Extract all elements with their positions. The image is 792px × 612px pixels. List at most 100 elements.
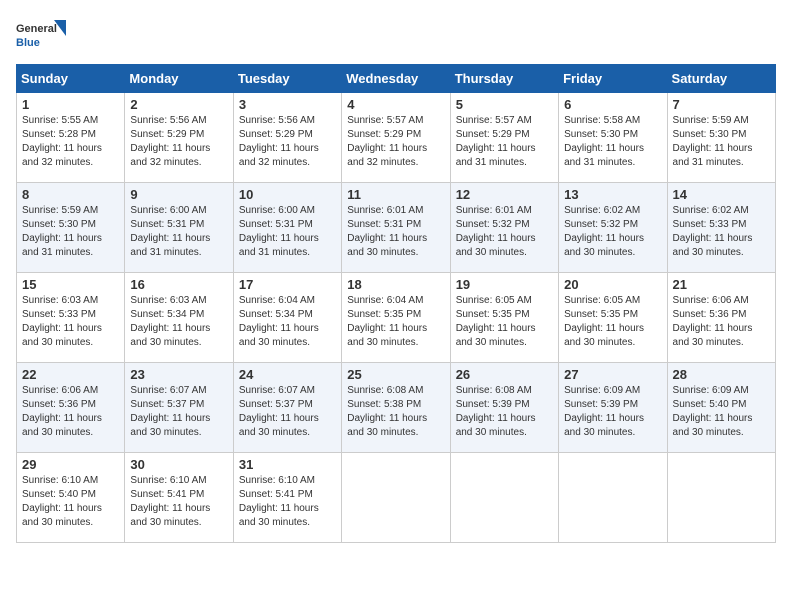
- calendar-cell: 16 Sunrise: 6:03 AMSunset: 5:34 PMDayligh…: [125, 273, 233, 363]
- day-number: 15: [22, 277, 119, 292]
- day-number: 10: [239, 187, 336, 202]
- day-info: Sunrise: 6:10 AMSunset: 5:41 PMDaylight:…: [130, 475, 210, 528]
- calendar-cell: 14Sunrise: 6:02 AMSunset: 5:33 PMDayligh…: [667, 183, 775, 273]
- calendar-cell: 28 Sunrise: 6:09 AMSunset: 5:40 PMDayligh…: [667, 363, 775, 453]
- day-number: 11: [347, 187, 444, 202]
- calendar-cell: 30 Sunrise: 6:10 AMSunset: 5:41 PMDayligh…: [125, 453, 233, 543]
- day-number: 20: [564, 277, 661, 292]
- day-info: Sunrise: 5:58 AMSunset: 5:30 PMDaylight:…: [564, 115, 644, 168]
- day-number: 28: [673, 367, 770, 382]
- calendar-cell: [667, 453, 775, 543]
- calendar-week-row: 22 Sunrise: 6:06 AMSunset: 5:36 PMDayligh…: [17, 363, 776, 453]
- calendar-cell: 7 Sunrise: 5:59 AMSunset: 5:30 PMDaylight…: [667, 93, 775, 183]
- day-header-wednesday: Wednesday: [342, 65, 450, 93]
- calendar-week-row: 8 Sunrise: 5:59 AMSunset: 5:30 PMDaylight…: [17, 183, 776, 273]
- calendar-cell: 3 Sunrise: 5:56 AMSunset: 5:29 PMDaylight…: [233, 93, 341, 183]
- day-info: Sunrise: 6:00 AMSunset: 5:31 PMDaylight:…: [130, 205, 210, 258]
- calendar-cell: 11 Sunrise: 6:01 AMSunset: 5:31 PMDayligh…: [342, 183, 450, 273]
- day-info: Sunrise: 6:01 AMSunset: 5:31 PMDaylight:…: [347, 205, 427, 258]
- day-number: 29: [22, 457, 119, 472]
- day-info: Sunrise: 5:57 AMSunset: 5:29 PMDaylight:…: [456, 115, 536, 168]
- calendar-cell: 13 Sunrise: 6:02 AMSunset: 5:32 PMDayligh…: [559, 183, 667, 273]
- day-info: Sunrise: 6:10 AMSunset: 5:41 PMDaylight:…: [239, 475, 319, 528]
- day-info: Sunrise: 5:55 AMSunset: 5:28 PMDaylight:…: [22, 115, 102, 168]
- calendar-cell: 21 Sunrise: 6:06 AMSunset: 5:36 PMDayligh…: [667, 273, 775, 363]
- day-info: Sunrise: 6:01 AMSunset: 5:32 PMDaylight:…: [456, 205, 536, 258]
- day-number: 23: [130, 367, 227, 382]
- day-info: Sunrise: 5:59 AMSunset: 5:30 PMDaylight:…: [22, 205, 102, 258]
- calendar-cell: 4 Sunrise: 5:57 AMSunset: 5:29 PMDaylight…: [342, 93, 450, 183]
- day-number: 24: [239, 367, 336, 382]
- day-number: 9: [130, 187, 227, 202]
- day-info: Sunrise: 6:04 AMSunset: 5:34 PMDaylight:…: [239, 295, 319, 348]
- day-info: Sunrise: 5:59 AMSunset: 5:30 PMDaylight:…: [673, 115, 753, 168]
- day-number: 8: [22, 187, 119, 202]
- day-info: Sunrise: 6:02 AMSunset: 5:33 PMDaylight:…: [673, 205, 753, 258]
- day-number: 22: [22, 367, 119, 382]
- day-info: Sunrise: 6:04 AMSunset: 5:35 PMDaylight:…: [347, 295, 427, 348]
- day-number: 26: [456, 367, 553, 382]
- calendar-table: SundayMondayTuesdayWednesdayThursdayFrid…: [16, 64, 776, 543]
- day-header-monday: Monday: [125, 65, 233, 93]
- logo: General Blue: [16, 16, 66, 56]
- page-header: General Blue: [16, 16, 776, 56]
- day-info: Sunrise: 6:03 AMSunset: 5:33 PMDaylight:…: [22, 295, 102, 348]
- calendar-cell: 17 Sunrise: 6:04 AMSunset: 5:34 PMDayligh…: [233, 273, 341, 363]
- day-info: Sunrise: 5:57 AMSunset: 5:29 PMDaylight:…: [347, 115, 427, 168]
- day-info: Sunrise: 6:05 AMSunset: 5:35 PMDaylight:…: [456, 295, 536, 348]
- calendar-cell: 15 Sunrise: 6:03 AMSunset: 5:33 PMDayligh…: [17, 273, 125, 363]
- day-info: Sunrise: 6:09 AMSunset: 5:39 PMDaylight:…: [564, 385, 644, 438]
- day-info: Sunrise: 5:56 AMSunset: 5:29 PMDaylight:…: [130, 115, 210, 168]
- calendar-cell: 9 Sunrise: 6:00 AMSunset: 5:31 PMDaylight…: [125, 183, 233, 273]
- day-info: Sunrise: 6:03 AMSunset: 5:34 PMDaylight:…: [130, 295, 210, 348]
- day-number: 21: [673, 277, 770, 292]
- calendar-cell: 5 Sunrise: 5:57 AMSunset: 5:29 PMDaylight…: [450, 93, 558, 183]
- day-number: 1: [22, 97, 119, 112]
- day-info: Sunrise: 5:56 AMSunset: 5:29 PMDaylight:…: [239, 115, 319, 168]
- calendar-cell: [559, 453, 667, 543]
- day-info: Sunrise: 6:06 AMSunset: 5:36 PMDaylight:…: [673, 295, 753, 348]
- day-number: 3: [239, 97, 336, 112]
- day-number: 16: [130, 277, 227, 292]
- day-number: 5: [456, 97, 553, 112]
- day-number: 27: [564, 367, 661, 382]
- svg-text:General: General: [16, 23, 57, 35]
- day-number: 13: [564, 187, 661, 202]
- calendar-cell: [450, 453, 558, 543]
- day-number: 7: [673, 97, 770, 112]
- day-info: Sunrise: 6:10 AMSunset: 5:40 PMDaylight:…: [22, 475, 102, 528]
- calendar-cell: 1 Sunrise: 5:55 AMSunset: 5:28 PMDaylight…: [17, 93, 125, 183]
- calendar-cell: 8 Sunrise: 5:59 AMSunset: 5:30 PMDaylight…: [17, 183, 125, 273]
- day-number: 17: [239, 277, 336, 292]
- day-number: 4: [347, 97, 444, 112]
- calendar-cell: 23Sunrise: 6:07 AMSunset: 5:37 PMDayligh…: [125, 363, 233, 453]
- day-number: 12: [456, 187, 553, 202]
- calendar-cell: 19Sunrise: 6:05 AMSunset: 5:35 PMDayligh…: [450, 273, 558, 363]
- calendar-cell: 31Sunrise: 6:10 AMSunset: 5:41 PMDayligh…: [233, 453, 341, 543]
- day-number: 25: [347, 367, 444, 382]
- day-info: Sunrise: 6:06 AMSunset: 5:36 PMDaylight:…: [22, 385, 102, 438]
- day-info: Sunrise: 6:09 AMSunset: 5:40 PMDaylight:…: [673, 385, 753, 438]
- day-info: Sunrise: 6:02 AMSunset: 5:32 PMDaylight:…: [564, 205, 644, 258]
- day-info: Sunrise: 6:05 AMSunset: 5:35 PMDaylight:…: [564, 295, 644, 348]
- day-info: Sunrise: 6:00 AMSunset: 5:31 PMDaylight:…: [239, 205, 319, 258]
- day-number: 30: [130, 457, 227, 472]
- calendar-cell: 29 Sunrise: 6:10 AMSunset: 5:40 PMDayligh…: [17, 453, 125, 543]
- day-header-thursday: Thursday: [450, 65, 558, 93]
- day-number: 2: [130, 97, 227, 112]
- calendar-week-row: 1 Sunrise: 5:55 AMSunset: 5:28 PMDaylight…: [17, 93, 776, 183]
- calendar-cell: 27 Sunrise: 6:09 AMSunset: 5:39 PMDayligh…: [559, 363, 667, 453]
- calendar-week-row: 29 Sunrise: 6:10 AMSunset: 5:40 PMDayligh…: [17, 453, 776, 543]
- day-header-sunday: Sunday: [17, 65, 125, 93]
- calendar-cell: 24Sunrise: 6:07 AMSunset: 5:37 PMDayligh…: [233, 363, 341, 453]
- day-number: 18: [347, 277, 444, 292]
- calendar-week-row: 15 Sunrise: 6:03 AMSunset: 5:33 PMDayligh…: [17, 273, 776, 363]
- calendar-cell: 12 Sunrise: 6:01 AMSunset: 5:32 PMDayligh…: [450, 183, 558, 273]
- calendar-cell: 10 Sunrise: 6:00 AMSunset: 5:31 PMDayligh…: [233, 183, 341, 273]
- calendar-cell: 20 Sunrise: 6:05 AMSunset: 5:35 PMDayligh…: [559, 273, 667, 363]
- calendar-cell: [342, 453, 450, 543]
- calendar-cell: 26Sunrise: 6:08 AMSunset: 5:39 PMDayligh…: [450, 363, 558, 453]
- day-header-friday: Friday: [559, 65, 667, 93]
- calendar-cell: 22 Sunrise: 6:06 AMSunset: 5:36 PMDayligh…: [17, 363, 125, 453]
- calendar-cell: 18 Sunrise: 6:04 AMSunset: 5:35 PMDayligh…: [342, 273, 450, 363]
